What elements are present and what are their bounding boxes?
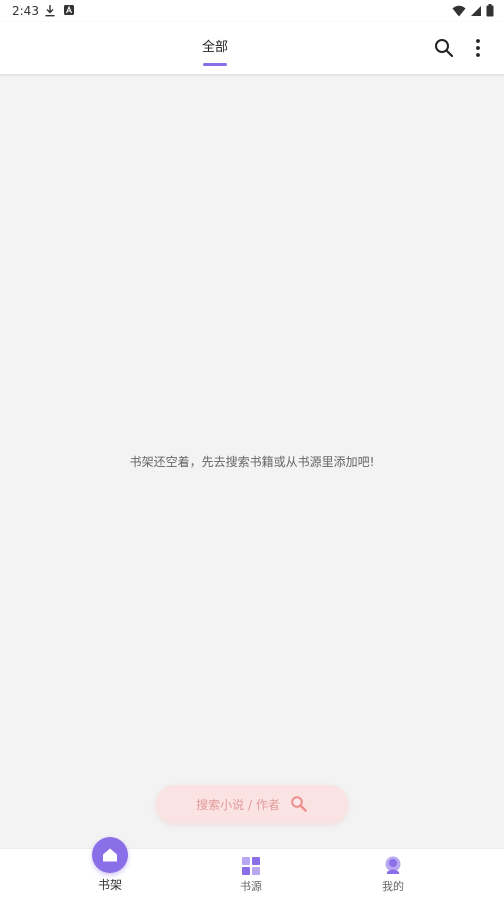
- download-icon: [45, 5, 55, 17]
- app-bar: 全部: [0, 22, 504, 74]
- status-bar: 2:43: [0, 0, 504, 22]
- signal-icon: [471, 5, 481, 16]
- tab-indicator: [203, 63, 227, 66]
- home-icon: [92, 837, 128, 873]
- search-novel-button[interactable]: 搜索小说 / 作者: [156, 785, 348, 823]
- more-vert-icon[interactable]: [469, 37, 487, 59]
- empty-shelf-message: 书架还空着，先去搜索书籍或从书源里添加吧!: [129, 455, 375, 469]
- nav-item-bookshelf[interactable]: 书架: [70, 837, 150, 897]
- tab-all[interactable]: 全部: [195, 36, 235, 55]
- search-icon[interactable]: [433, 37, 455, 59]
- profile-icon: [385, 856, 401, 874]
- a-icon: [64, 5, 74, 15]
- nav-label-mine: 我的: [382, 880, 404, 893]
- bottom-nav: 书架 书源 我的: [0, 837, 504, 897]
- nav-item-sources[interactable]: 书源: [211, 849, 291, 897]
- status-time: 2:43: [12, 4, 39, 18]
- magnifier-icon: [291, 796, 307, 812]
- nav-item-mine[interactable]: 我的: [353, 849, 433, 897]
- battery-icon: [486, 4, 494, 17]
- nav-label-bookshelf: 书架: [97, 878, 122, 892]
- grid-icon: [242, 857, 260, 875]
- nav-label-sources: 书源: [240, 880, 262, 893]
- search-pill-label: 搜索小说 / 作者: [196, 797, 280, 812]
- wifi-icon: [452, 5, 466, 16]
